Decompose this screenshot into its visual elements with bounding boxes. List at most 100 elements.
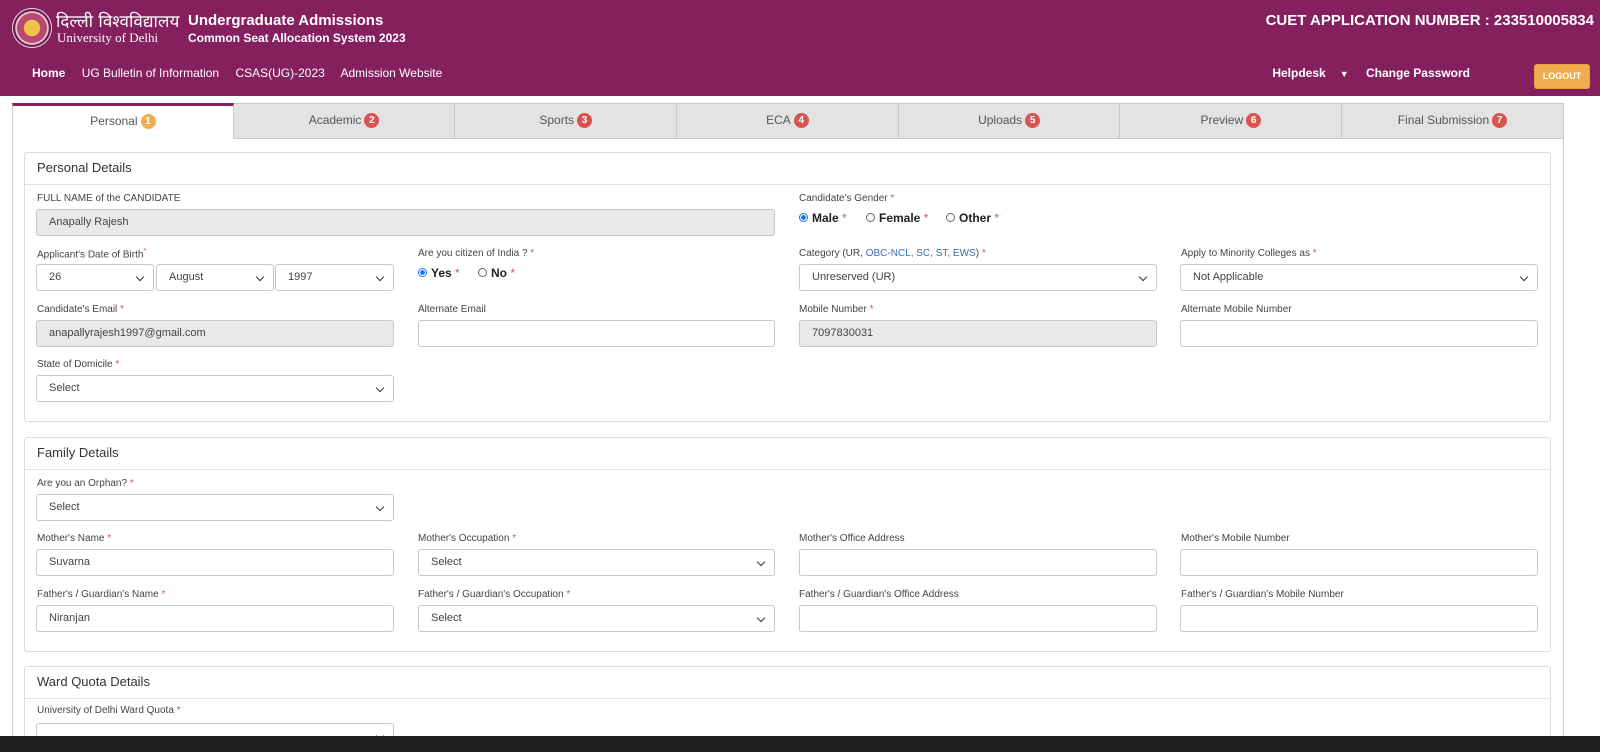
mobile-label-text: Mobile Number <box>799 304 867 315</box>
tab-eca[interactable]: ECA 4 <box>677 103 899 139</box>
tab-preview[interactable]: Preview 6 <box>1120 103 1343 139</box>
radio-label: No <box>491 266 507 280</box>
mother-office-label: Mother's Office Address <box>799 533 905 544</box>
mobile-field[interactable]: 7097830031 <box>799 320 1157 347</box>
father-name-label: Father's / Guardian's Name * <box>37 589 165 600</box>
step-badge: 1 <box>140 114 156 129</box>
required-mark: * <box>455 266 460 280</box>
gender-male-radio[interactable]: Male * <box>799 211 847 225</box>
tab-label: Personal <box>90 114 138 128</box>
alt-email-label: Alternate Email <box>418 304 486 315</box>
full-name-field[interactable]: Anapally Rajesh <box>36 209 775 236</box>
ward-quota-panel: Ward Quota Details University of Delhi W… <box>24 666 1551 750</box>
tab-personal[interactable]: Personal 1 <box>12 103 234 139</box>
domicile-select[interactable]: Select <box>36 375 394 402</box>
father-name-field[interactable]: Niranjan <box>36 605 394 632</box>
mobile-label: Mobile Number * <box>799 304 874 315</box>
tab-label: Sports <box>539 113 575 127</box>
tab-label: Uploads <box>978 113 1023 127</box>
father-mobile-label: Father's / Guardian's Mobile Number <box>1181 589 1344 600</box>
gender-other-radio[interactable]: Other * <box>946 211 999 225</box>
radio-label: Female <box>879 211 921 225</box>
university-name-hindi: दिल्ली विश्वविद्यालय <box>56 12 180 32</box>
minority-label: Apply to Minority Colleges as * <box>1181 248 1317 259</box>
required-mark: * <box>129 478 134 489</box>
tab-label: Academic <box>308 113 362 127</box>
citizen-yes-radio[interactable]: Yes * <box>418 266 460 280</box>
required-mark: * <box>107 533 112 544</box>
step-badge: 7 <box>1492 113 1508 128</box>
step-badge: 2 <box>364 113 380 128</box>
step-badge: 3 <box>577 113 593 128</box>
domicile-label-text: State of Domicile <box>37 359 113 370</box>
page-title: Undergraduate Admissions <box>188 12 384 29</box>
family-details-panel: Family Details Are you an Orphan? * Sele… <box>24 437 1551 652</box>
gender-female-radio[interactable]: Female * <box>866 211 928 225</box>
mother-name-label-text: Mother's Name <box>37 533 105 544</box>
tab-sports[interactable]: Sports 3 <box>455 103 678 139</box>
nav-home-link[interactable]: Home <box>32 66 65 80</box>
mother-mobile-field[interactable] <box>1180 549 1538 576</box>
required-mark: * <box>566 589 571 600</box>
dob-day-select[interactable]: 26 <box>36 264 154 291</box>
application-number: CUET APPLICATION NUMBER : 233510005834 <box>1265 12 1594 29</box>
orphan-select[interactable]: Select <box>36 494 394 521</box>
logout-button[interactable]: LOGOUT <box>1534 64 1590 89</box>
category-label-suffix: ) <box>975 248 980 259</box>
category-select[interactable]: Unreserved (UR) <box>799 264 1157 291</box>
email-field[interactable]: anapallyrajesh1997@gmail.com <box>36 320 394 347</box>
required-mark: * <box>512 533 517 544</box>
step-badge: 4 <box>793 113 809 128</box>
alt-email-field[interactable] <box>418 320 775 347</box>
chevron-down-icon: ▼ <box>1339 69 1349 79</box>
top-header: दिल्ली विश्वविद्यालय University of Delhi… <box>0 0 1600 96</box>
required-mark: * <box>981 248 986 259</box>
radio-selected-icon <box>418 268 427 277</box>
user-nav: Helpdesk ▼ Change Password <box>1258 66 1470 80</box>
change-password-link[interactable]: Change Password <box>1366 66 1470 80</box>
tab-uploads[interactable]: Uploads 5 <box>898 103 1121 139</box>
father-mobile-field[interactable] <box>1180 605 1538 632</box>
gender-label-text: Candidate's Gender <box>799 193 888 204</box>
father-occupation-select[interactable]: Select <box>418 605 775 632</box>
dob-month-select[interactable]: August <box>156 264 274 291</box>
page-subtitle: Common Seat Allocation System 2023 <box>188 31 406 45</box>
citizen-no-radio[interactable]: No * <box>478 266 515 280</box>
alt-mobile-field[interactable] <box>1180 320 1538 347</box>
orphan-label-text: Are you an Orphan? <box>37 478 128 489</box>
personal-details-panel: Personal Details FULL NAME of the CANDID… <box>24 152 1551 422</box>
father-office-field[interactable] <box>799 605 1157 632</box>
tab-label: Preview <box>1200 113 1244 127</box>
required-mark: * <box>869 304 874 315</box>
step-badge: 5 <box>1025 113 1041 128</box>
mother-occupation-select[interactable]: Select <box>418 549 775 576</box>
required-mark: * <box>1312 248 1317 259</box>
required-mark: * <box>530 248 535 259</box>
radio-empty-icon <box>946 213 955 222</box>
minority-select[interactable]: Not Applicable <box>1180 264 1538 291</box>
mother-mobile-label: Mother's Mobile Number <box>1181 533 1290 544</box>
nav-admission-website-link[interactable]: Admission Website <box>340 66 442 80</box>
domicile-label: State of Domicile * <box>37 359 119 370</box>
gender-label: Candidate's Gender * <box>799 193 894 204</box>
tab-academic[interactable]: Academic 2 <box>233 103 456 139</box>
mother-office-field[interactable] <box>799 549 1157 576</box>
required-mark: * <box>115 359 120 370</box>
radio-selected-icon <box>799 213 808 222</box>
mother-name-field[interactable]: Suvarna <box>36 549 394 576</box>
nav-bulletin-link[interactable]: UG Bulletin of Information <box>82 66 219 80</box>
nav-csas-link[interactable]: CSAS(UG)-2023 <box>235 66 324 80</box>
required-mark: * <box>161 589 166 600</box>
category-label: Category (UR, OBC-NCL, SC, ST, EWS) * <box>799 248 986 259</box>
required-mark: * <box>510 266 516 280</box>
radio-empty-icon <box>478 268 487 277</box>
dob-year-select[interactable]: 1997 <box>275 264 394 291</box>
radio-label: Yes <box>431 266 452 280</box>
father-name-label-text: Father's / Guardian's Name <box>37 589 159 600</box>
bottom-edge <box>0 736 1600 752</box>
tab-final-submission[interactable]: Final Submission 7 <box>1342 103 1564 139</box>
helpdesk-dropdown[interactable]: Helpdesk ▼ <box>1272 66 1348 80</box>
university-seal-icon <box>12 8 52 48</box>
panel-title: Personal Details <box>25 153 1550 185</box>
radio-label: Other <box>959 211 992 225</box>
